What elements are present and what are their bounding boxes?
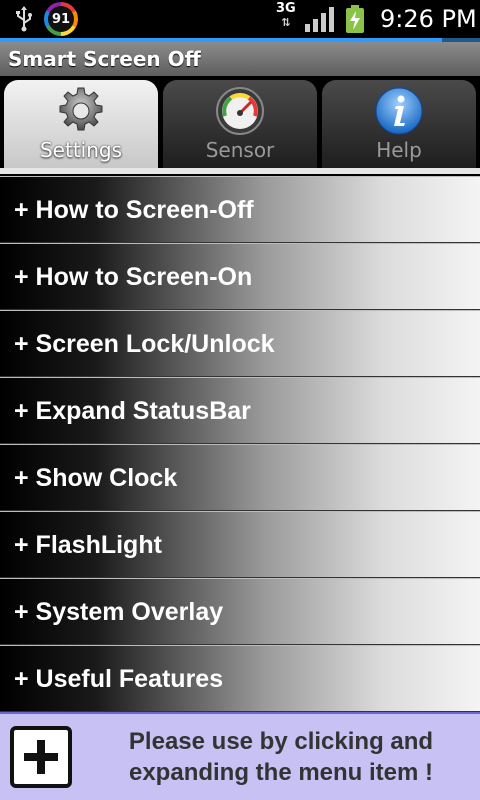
menu-list: + How to Screen-Off + How to Screen-On +… bbox=[0, 176, 480, 712]
menu-item-expand-statusbar[interactable]: + Expand StatusBar bbox=[0, 377, 480, 444]
tab-bar: Settings Sensor Help bbox=[0, 76, 480, 174]
info-icon bbox=[375, 87, 423, 135]
menu-item-useful-features[interactable]: + Useful Features bbox=[0, 645, 480, 712]
battery-badge-icon: 91 bbox=[44, 2, 78, 36]
hint-line-2: expanding the menu item ! bbox=[128, 759, 434, 786]
menu-item-flashlight[interactable]: + FlashLight bbox=[0, 511, 480, 578]
tab-sensor-label: Sensor bbox=[205, 138, 275, 162]
tab-help-label: Help bbox=[376, 138, 422, 162]
usb-icon bbox=[16, 6, 32, 32]
hint-text: Please use by clicking and expanding the… bbox=[96, 726, 466, 788]
signal-icon bbox=[305, 7, 334, 32]
plus-box-icon[interactable] bbox=[10, 726, 72, 788]
battery-level: 91 bbox=[48, 6, 74, 32]
tab-settings[interactable]: Settings bbox=[4, 80, 158, 168]
tab-settings-label: Settings bbox=[39, 138, 123, 162]
status-bar: 91 3G ⇅ 9:26 PM bbox=[0, 0, 480, 38]
menu-item-screen-on[interactable]: + How to Screen-On bbox=[0, 243, 480, 310]
app-title: Smart Screen Off bbox=[0, 42, 480, 76]
menu-item-show-clock[interactable]: + Show Clock bbox=[0, 444, 480, 511]
network-type: 3G bbox=[276, 1, 296, 16]
tab-help[interactable]: Help bbox=[322, 80, 476, 168]
tab-underline bbox=[0, 168, 480, 174]
tab-sensor[interactable]: Sensor bbox=[163, 80, 317, 168]
clock: 9:26 PM bbox=[380, 5, 477, 33]
charging-battery-icon bbox=[346, 5, 364, 33]
network-arrows-icon: ⇅ bbox=[281, 16, 291, 29]
hint-line-1: Please use by clicking and bbox=[128, 728, 434, 755]
speedometer-icon bbox=[216, 87, 264, 135]
network-indicator: 3G ⇅ bbox=[276, 2, 296, 30]
menu-item-screen-off[interactable]: + How to Screen-Off bbox=[0, 176, 480, 243]
hint-banner: Please use by clicking and expanding the… bbox=[0, 712, 480, 800]
gear-icon bbox=[59, 87, 103, 131]
menu-item-lock-unlock[interactable]: + Screen Lock/Unlock bbox=[0, 310, 480, 377]
menu-item-system-overlay[interactable]: + System Overlay bbox=[0, 578, 480, 645]
